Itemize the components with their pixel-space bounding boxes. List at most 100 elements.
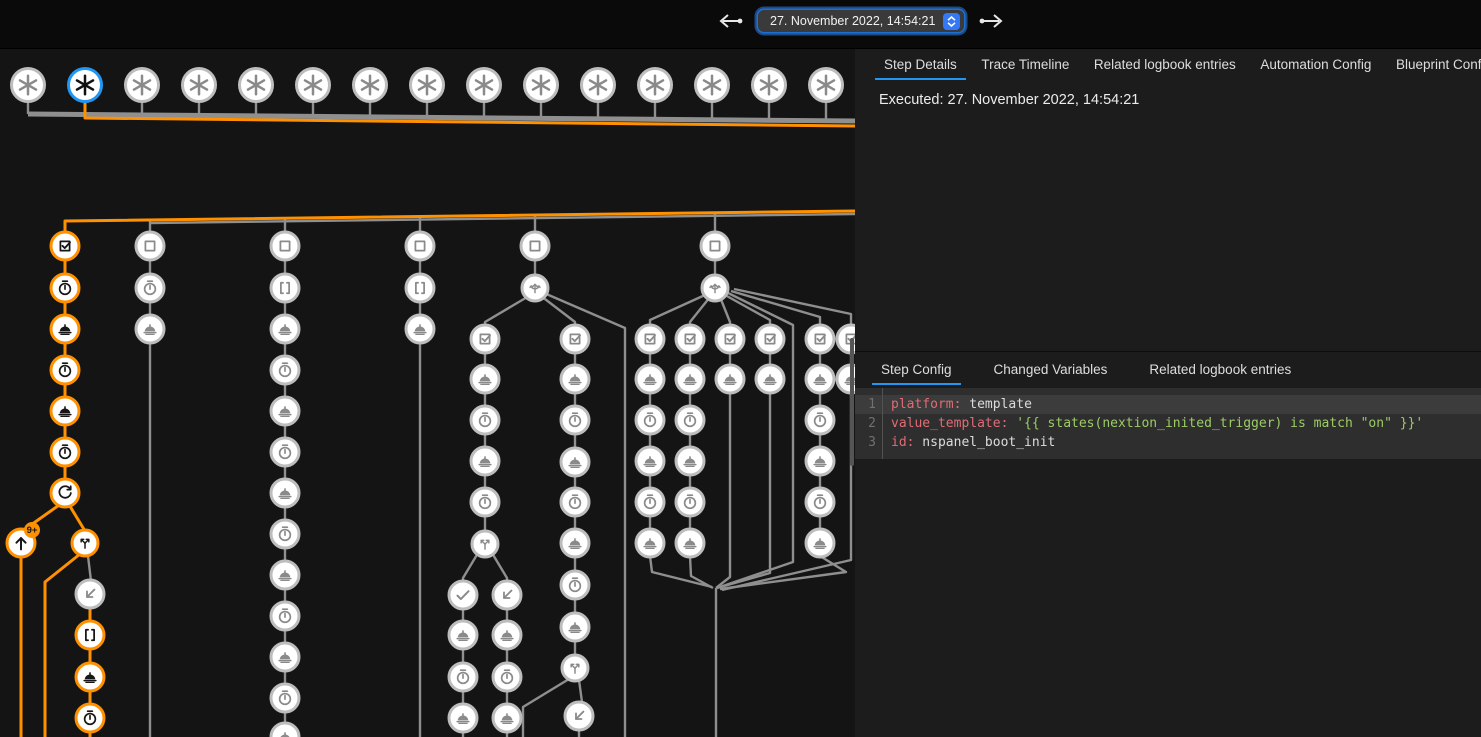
trace-node-service[interactable]: [271, 397, 299, 425]
trace-node-timer[interactable]: [271, 520, 299, 548]
trace-node-call-split[interactable]: [472, 531, 498, 557]
trace-node-asterisk[interactable]: [468, 69, 501, 102]
trace-node-service[interactable]: [449, 704, 477, 732]
trace-node-timer[interactable]: [676, 406, 704, 434]
trace-node-checkbox[interactable]: [676, 325, 704, 353]
trace-node-asterisk[interactable]: [696, 69, 729, 102]
trace-node-brackets[interactable]: [76, 621, 104, 649]
trace-node-asterisk[interactable]: [639, 69, 672, 102]
tab-related-logbook-entries[interactable]: Related logbook entries: [1085, 50, 1245, 80]
trace-node-service[interactable]: [471, 365, 499, 393]
trace-node-service[interactable]: [676, 365, 704, 393]
graph-scrollbar[interactable]: [850, 338, 854, 466]
trace-node-arrow-up[interactable]: 9+: [7, 522, 40, 557]
trace-node-asterisk[interactable]: [582, 69, 615, 102]
previous-run-arrow-icon[interactable]: [718, 12, 744, 30]
next-run-arrow-icon[interactable]: [978, 12, 1004, 30]
trace-node-asterisk[interactable]: [12, 69, 45, 102]
trace-node-timer[interactable]: [271, 602, 299, 630]
trace-node-check[interactable]: [449, 581, 477, 609]
trace-node-timer[interactable]: [636, 488, 664, 516]
trace-node-square[interactable]: [271, 232, 299, 260]
trace-node-timer[interactable]: [676, 488, 704, 516]
trace-node-asterisk[interactable]: [240, 69, 273, 102]
trace-node-service[interactable]: [51, 315, 79, 343]
trace-node-asterisk[interactable]: [297, 69, 330, 102]
trace-node-timer[interactable]: [806, 488, 834, 516]
run-stepper-icon[interactable]: [943, 13, 960, 30]
trace-node-service[interactable]: [406, 315, 434, 343]
trace-node-checkbox[interactable]: [471, 325, 499, 353]
trace-node-service[interactable]: [561, 529, 589, 557]
trace-node-checkbox[interactable]: [561, 325, 589, 353]
trace-node-checkbox[interactable]: [51, 232, 79, 260]
trace-node-service[interactable]: [493, 621, 521, 649]
trace-node-service[interactable]: [806, 529, 834, 557]
trace-node-service[interactable]: [271, 315, 299, 343]
trace-node-timer[interactable]: [636, 406, 664, 434]
trace-node-service[interactable]: [51, 397, 79, 425]
trace-node-arrow-bottom-left[interactable]: [565, 702, 593, 730]
trace-node-checkbox[interactable]: [636, 325, 664, 353]
tab-automation-config[interactable]: Automation Config: [1251, 50, 1380, 80]
trace-node-service[interactable]: [636, 365, 664, 393]
trace-node-asterisk[interactable]: [810, 69, 843, 102]
trace-node-asterisk[interactable]: [354, 69, 387, 102]
trace-node-timer[interactable]: [76, 704, 104, 732]
trace-node-square[interactable]: [406, 232, 434, 260]
trace-node-checkbox[interactable]: [756, 325, 784, 353]
trace-node-timer[interactable]: [51, 356, 79, 384]
trace-node-service[interactable]: [136, 315, 164, 343]
trace-node-timer[interactable]: [271, 438, 299, 466]
trace-node-brackets[interactable]: [406, 274, 434, 302]
trace-node-timer[interactable]: [561, 571, 589, 599]
trace-node-service[interactable]: [561, 365, 589, 393]
trace-node-timer[interactable]: [51, 274, 79, 302]
trace-node-asterisk[interactable]: [183, 69, 216, 102]
tab-step-config[interactable]: Step Config: [872, 355, 961, 385]
tab-step-details[interactable]: Step Details: [875, 50, 966, 80]
run-select[interactable]: 27. November 2022, 14:54:21: [758, 10, 964, 32]
trace-node-choose[interactable]: [702, 275, 728, 301]
trace-node-service[interactable]: [561, 613, 589, 641]
trace-node-timer[interactable]: [271, 684, 299, 712]
trace-node-asterisk[interactable]: [126, 69, 159, 102]
trace-node-service[interactable]: [676, 529, 704, 557]
trace-node-timer[interactable]: [471, 488, 499, 516]
trace-node-checkbox[interactable]: [716, 325, 744, 353]
trace-node-service[interactable]: [271, 643, 299, 671]
trace-node-timer[interactable]: [136, 274, 164, 302]
tab-blueprint-config[interactable]: Blueprint Config: [1387, 50, 1481, 80]
tab-related-logbook-entries[interactable]: Related logbook entries: [1140, 355, 1300, 385]
trace-node-brackets[interactable]: [271, 274, 299, 302]
trace-node-checkbox[interactable]: [806, 325, 834, 353]
trace-node-asterisk[interactable]: [753, 69, 786, 102]
trace-node-service[interactable]: [493, 704, 521, 732]
trace-node-arrow-bottom-left[interactable]: [76, 580, 104, 608]
trace-node-timer[interactable]: [449, 663, 477, 691]
trace-node-asterisk[interactable]: [411, 69, 444, 102]
trace-node-asterisk[interactable]: [525, 69, 558, 102]
trace-node-timer[interactable]: [561, 406, 589, 434]
trace-node-square[interactable]: [521, 232, 549, 260]
trace-node-timer[interactable]: [493, 663, 521, 691]
tab-changed-variables[interactable]: Changed Variables: [985, 355, 1117, 385]
trace-node-service[interactable]: [271, 561, 299, 589]
trace-node-arrow-bottom-left[interactable]: [493, 581, 521, 609]
trace-node-service[interactable]: [271, 479, 299, 507]
trace-node-choose[interactable]: [522, 275, 548, 301]
trace-node-service[interactable]: [636, 529, 664, 557]
trace-node-service[interactable]: [449, 621, 477, 649]
trace-node-timer[interactable]: [561, 488, 589, 516]
trace-node-timer[interactable]: [271, 356, 299, 384]
trace-node-call-split[interactable]: [562, 655, 588, 681]
trace-node-service[interactable]: [636, 447, 664, 475]
trace-node-service[interactable]: [716, 365, 744, 393]
trace-node-service[interactable]: [676, 447, 704, 475]
trace-node-timer[interactable]: [471, 406, 499, 434]
trace-node-service[interactable]: [76, 663, 104, 691]
trace-node-square[interactable]: [701, 232, 729, 260]
trace-node-service[interactable]: [271, 723, 299, 737]
trace-node-service[interactable]: [756, 365, 784, 393]
tab-trace-timeline[interactable]: Trace Timeline: [972, 50, 1078, 80]
